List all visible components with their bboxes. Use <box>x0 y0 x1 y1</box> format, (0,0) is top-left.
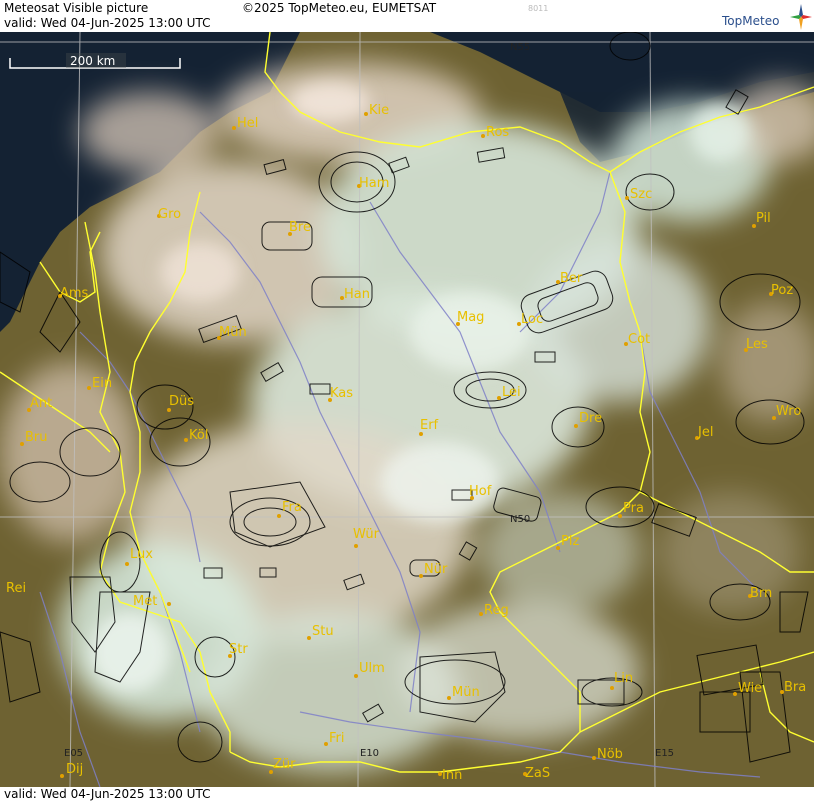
valid-time: valid: Wed 04-Jun-2025 13:00 UTC <box>4 16 211 30</box>
city-label-zas: ZaS <box>525 766 550 781</box>
city-label-met: Met <box>133 594 157 609</box>
logo-text: TopMeteo <box>722 14 780 28</box>
header-bar: Meteosat Visible picture valid: Wed 04-J… <box>0 0 814 32</box>
city-label-wur: Wür <box>353 527 380 542</box>
city-label-loc: Loc <box>521 312 543 327</box>
city-label-cot: Cot <box>628 332 650 347</box>
footer-valid-time: valid: Wed 04-Jun-2025 13:00 UTC <box>4 787 211 801</box>
city-label-ant: Ant <box>30 396 52 411</box>
city-label-str: Str <box>229 642 248 657</box>
city-label-reg: Reg <box>484 603 509 618</box>
city-label-mag: Mag <box>457 310 484 325</box>
lon-label-e05: E05 <box>64 748 83 759</box>
city-label-gro: Gro <box>158 207 181 222</box>
city-label-dus: Düs <box>169 394 194 409</box>
city-label-rei: Rei <box>6 581 26 596</box>
city-label-wro: Wro <box>776 404 801 419</box>
city-label-nob: Nöb <box>597 747 623 762</box>
city-label-stu: Stu <box>312 624 334 639</box>
city-label-bre: Bre <box>289 220 311 235</box>
city-label-ein: Ein <box>92 376 112 391</box>
city-label-muc: Mün <box>452 685 480 700</box>
city-label-kie: Kie <box>369 103 389 118</box>
city-label-dij: Dij <box>66 762 83 777</box>
city-label-kol: Köl <box>189 428 208 443</box>
topmeteo-logo[interactable]: TopMeteo <box>722 4 812 30</box>
city-label-lei: Lei <box>502 385 521 400</box>
footer-bar: valid: Wed 04-Jun-2025 13:00 UTC <box>0 787 814 801</box>
city-label-brn: Brn <box>750 586 772 601</box>
city-label-ham: Ham <box>359 176 389 191</box>
lon-label-e15: E15 <box>655 748 674 759</box>
city-label-ros: Ros <box>486 125 509 140</box>
city-label-hel: Hel <box>237 116 258 131</box>
city-label-pil: Pil <box>756 211 771 226</box>
city-label-han: Han <box>344 287 370 302</box>
city-label-jel: Jel <box>697 425 713 440</box>
city-label-les: Les <box>746 337 768 352</box>
lon-label-e10: E10 <box>360 748 379 759</box>
city-label-fra: Fra <box>282 500 302 515</box>
city-label-ams: Ams <box>60 286 89 301</box>
image-code: 8011 <box>528 4 549 13</box>
satellite-map[interactable]: 200 km N55 N50 E05 E10 E15 Hel Kie Ros H… <box>0 32 814 787</box>
city-label-kas: Kas <box>330 386 353 401</box>
city-label-lin: Lin <box>614 671 633 686</box>
lat-label-n55: N55 <box>510 42 530 53</box>
city-label-bru: Bru <box>25 430 48 445</box>
city-label-erf: Erf <box>420 418 439 433</box>
city-label-dre: Dre <box>579 411 602 426</box>
city-label-bra: Bra <box>784 680 806 695</box>
city-label-fri: Fri <box>329 731 345 746</box>
compass-star-icon <box>790 4 812 30</box>
city-label-ber: Ber <box>560 271 583 286</box>
city-label-nur: Nür <box>424 562 448 577</box>
city-label-szc: Szc <box>630 187 652 202</box>
city-label-mun: Mün <box>219 325 247 340</box>
city-label-pra: Pra <box>623 501 644 516</box>
copyright-text: ©2025 TopMeteo.eu, EUMETSAT <box>242 1 437 15</box>
city-label-poz: Poz <box>771 283 793 298</box>
lat-label-n50: N50 <box>510 514 530 525</box>
city-label-ulm: Ulm <box>359 661 385 676</box>
city-label-wie: Wie <box>738 681 762 696</box>
city-label-zur: Zür <box>273 757 296 772</box>
image-title: Meteosat Visible picture <box>4 1 149 15</box>
city-label-plz: Plz <box>561 534 579 549</box>
meteosat-viewer: Meteosat Visible picture valid: Wed 04-J… <box>0 0 814 801</box>
scale-label: 200 km <box>70 54 115 68</box>
city-label-hof: Hof <box>469 484 492 499</box>
city-label-lux: Lux <box>130 547 153 562</box>
city-label-inn: Inn <box>442 768 462 783</box>
